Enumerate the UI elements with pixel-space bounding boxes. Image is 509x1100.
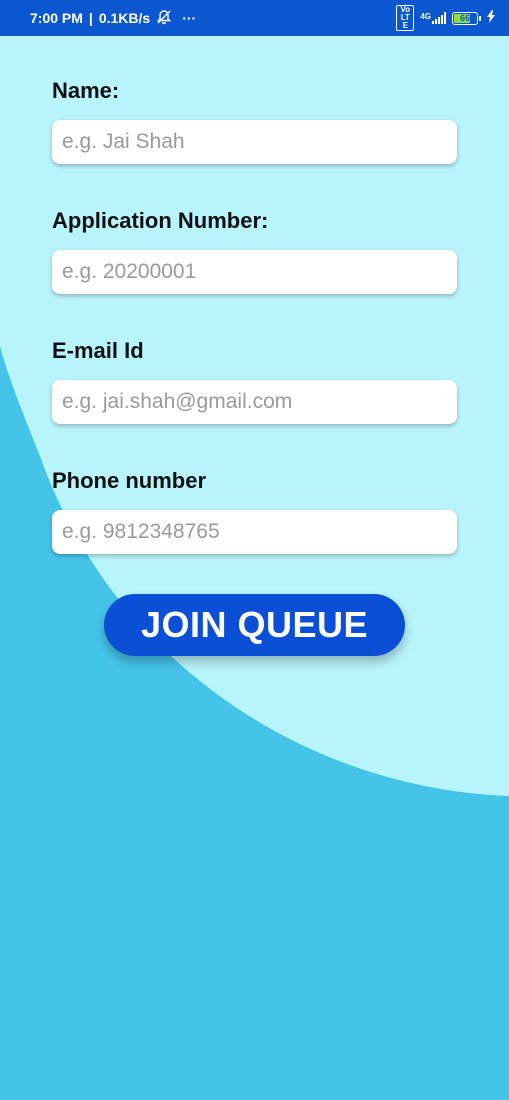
- application-number-label: Application Number:: [52, 208, 269, 233]
- status-speed: 0.1KB/s: [98, 10, 151, 26]
- network-type: 4G: [420, 12, 431, 21]
- status-separator: |: [88, 10, 93, 26]
- bell-off-icon: [156, 9, 172, 28]
- phone-input[interactable]: [52, 510, 457, 554]
- name-input[interactable]: [52, 120, 457, 164]
- battery-icon: 66: [452, 11, 481, 25]
- email-label: E-mail Id: [52, 338, 144, 363]
- status-right: Vo LTE 4G 66: [396, 5, 495, 31]
- email-input[interactable]: [52, 380, 457, 424]
- volte-icon: Vo LTE: [396, 5, 415, 31]
- status-time: 7:00 PM: [30, 10, 83, 26]
- status-bar: 7:00 PM | 0.1KB/s ··· Vo LTE 4G 66: [0, 0, 509, 36]
- join-queue-button[interactable]: JOIN QUEUE: [104, 594, 405, 656]
- signal-bars: [432, 12, 446, 24]
- battery-level: 66: [459, 13, 470, 23]
- name-label: Name:: [52, 78, 120, 103]
- phone-label: Phone number: [52, 468, 207, 493]
- bolt-icon: [487, 10, 495, 26]
- application-number-input[interactable]: [52, 250, 457, 294]
- background-wave: [0, 36, 509, 1100]
- status-left: 7:00 PM | 0.1KB/s ···: [30, 9, 196, 28]
- signal-icon: 4G: [420, 12, 446, 24]
- more-icon: ···: [182, 10, 197, 26]
